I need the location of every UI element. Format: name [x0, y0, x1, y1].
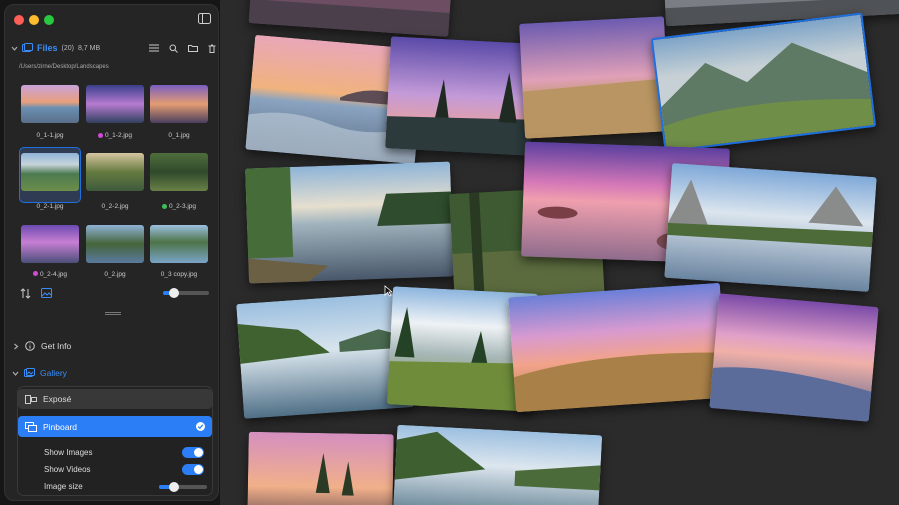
thumbnail-label: 0_2-1.jpg	[36, 203, 64, 210]
thumbnail[interactable]	[86, 225, 144, 263]
minimize-window-button[interactable]	[29, 15, 39, 25]
thumbnail[interactable]	[21, 85, 79, 123]
purple-tag-icon	[32, 271, 38, 276]
thumbnail[interactable]	[86, 85, 144, 123]
slider-thumb[interactable]	[169, 288, 179, 298]
info-icon	[25, 341, 35, 351]
thumbnail-label: 0_2-4.jpg	[18, 271, 82, 279]
sidebar: Files (20) 8,7 MB /Users/zirne/Desktop/L…	[4, 4, 219, 501]
thumbnail-label: 0_3 copy.jpg	[160, 271, 198, 278]
selected-photo[interactable]	[650, 12, 877, 153]
show-videos-toggle[interactable]	[182, 464, 204, 475]
mouse-cursor-icon	[384, 285, 393, 297]
thumbnail-label: 0_1.jpg	[168, 132, 190, 139]
expose-icon	[25, 394, 37, 404]
chevron-down-icon	[12, 370, 19, 377]
thumbnail-size-slider[interactable]	[163, 288, 209, 298]
trash-icon[interactable]	[208, 44, 216, 53]
pinboard-button[interactable]: Pinboard	[18, 416, 212, 437]
thumbnail-label: 0_1-1.jpg	[36, 132, 64, 139]
list-view-icon[interactable]	[149, 44, 159, 52]
thumbnail[interactable]	[86, 153, 144, 191]
photo[interactable]	[508, 282, 728, 413]
photo[interactable]	[245, 161, 454, 284]
thumbnail[interactable]	[150, 153, 208, 191]
sort-icon[interactable]	[20, 288, 31, 299]
chevron-right-icon	[13, 343, 19, 350]
search-icon[interactable]	[169, 44, 178, 53]
show-videos-label: Show Videos	[44, 465, 91, 474]
resize-handle[interactable]	[105, 312, 121, 315]
chevron-down-icon[interactable]	[11, 45, 18, 52]
pinboard-canvas[interactable]	[220, 0, 899, 505]
files-count: (20)	[61, 44, 74, 52]
files-size: 8,7 MB	[77, 44, 101, 52]
pinboard-label: Pinboard	[43, 421, 78, 432]
expose-button[interactable]: Exposé	[18, 389, 212, 409]
zoom-window-button[interactable]	[44, 15, 54, 25]
slider-thumb[interactable]	[169, 482, 179, 492]
photo[interactable]	[709, 293, 879, 422]
image-size-label: Image size	[44, 482, 83, 491]
thumbnail[interactable]	[150, 225, 208, 263]
thumbnail-label: 0_2.jpg	[104, 271, 126, 278]
gallery-section[interactable]: Gallery	[12, 368, 67, 378]
thumbnail[interactable]	[21, 153, 79, 191]
files-icon	[22, 43, 33, 53]
photo[interactable]	[664, 162, 877, 293]
thumbnail-label: 0_2-3.jpg	[147, 203, 211, 210]
thumbnail-label: 0_1-2.jpg	[83, 132, 147, 139]
photo[interactable]	[392, 424, 603, 505]
green-tag-icon	[161, 204, 167, 209]
thumbnail[interactable]	[21, 225, 79, 263]
get-info-label: Get Info	[41, 341, 72, 351]
purple-tag-icon	[97, 133, 103, 138]
close-window-button[interactable]	[14, 15, 24, 25]
show-images-toggle[interactable]	[182, 447, 204, 458]
photo[interactable]	[385, 36, 536, 156]
expose-label: Exposé	[43, 394, 72, 404]
sidebar-toggle-icon[interactable]	[198, 13, 211, 24]
pinboard-icon	[25, 421, 37, 432]
folder-icon[interactable]	[188, 44, 198, 52]
checkmark-icon	[196, 422, 205, 431]
photo[interactable]	[248, 0, 452, 37]
image-size-slider[interactable]	[159, 482, 207, 492]
get-info-section[interactable]: Get Info	[13, 341, 71, 351]
gallery-view-icon[interactable]	[41, 288, 52, 298]
photo[interactable]	[247, 431, 394, 505]
files-title: Files	[37, 43, 58, 53]
show-images-label: Show Images	[44, 448, 93, 457]
photo[interactable]	[519, 16, 670, 139]
folder-path: /Users/zirne/Desktop/Landscapes	[19, 64, 109, 70]
thumbnail-label: 0_2-2.jpg	[101, 203, 129, 210]
thumbnail[interactable]	[150, 85, 208, 123]
gallery-label: Gallery	[40, 368, 67, 378]
gallery-icon	[24, 368, 35, 378]
